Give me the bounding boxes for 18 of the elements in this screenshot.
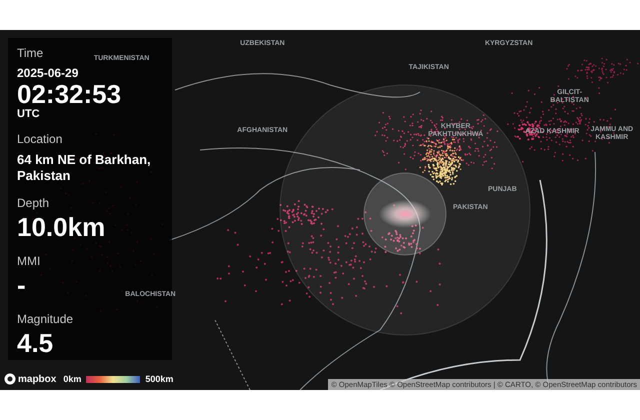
legend-max-label: 500km — [145, 374, 174, 384]
logo-text: mapbox — [18, 374, 56, 384]
field-label: MMI — [17, 254, 40, 268]
field-value: 10.0km — [17, 212, 106, 242]
field-label: Location — [17, 132, 62, 146]
field-label: Magnitude — [17, 312, 74, 326]
timezone-text: UTC — [17, 108, 40, 120]
mapbox-logo-icon — [4, 373, 16, 385]
field-label: Depth — [17, 196, 50, 210]
epicenter-glow — [379, 200, 431, 228]
location-value: 64 km NE of Barkhan, Pakistan — [17, 152, 152, 184]
date-text: 2025-06-29 — [17, 66, 78, 80]
time-value: 02:32:53 — [17, 80, 122, 108]
field-label: Time — [17, 46, 44, 60]
depth-color-scale — [86, 376, 140, 382]
field-value: 4.5 — [17, 328, 54, 358]
field-value: - — [17, 270, 26, 300]
legend-min-label: 0km — [63, 374, 82, 384]
